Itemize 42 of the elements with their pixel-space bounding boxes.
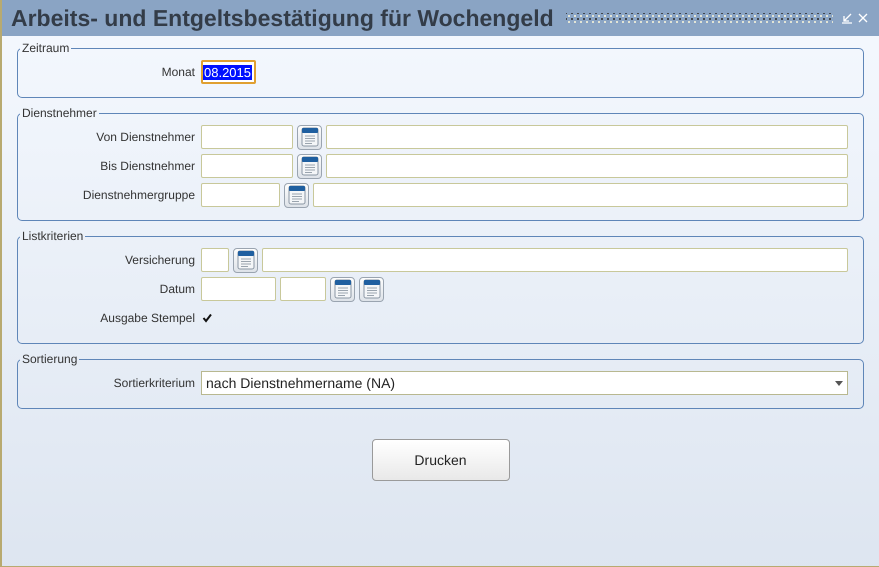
input-field[interactable] — [201, 277, 276, 301]
lookup-button[interactable] — [359, 276, 384, 302]
lookup-button[interactable] — [284, 182, 309, 208]
group-title: Dienstnehmer — [21, 106, 98, 120]
input-field[interactable] — [201, 248, 229, 272]
field-label: Sortierkriterium — [112, 376, 195, 390]
input-field[interactable] — [201, 125, 293, 149]
lookup-button[interactable] — [330, 276, 355, 302]
close-icon[interactable] — [857, 12, 869, 24]
input-field[interactable] — [313, 183, 848, 207]
list-icon — [362, 279, 380, 299]
input-field[interactable] — [326, 154, 848, 178]
print-button[interactable]: Drucken — [372, 439, 510, 481]
group-title: Sortierung — [21, 352, 78, 366]
list-icon — [300, 156, 318, 176]
field-label: Bis Dienstnehmer — [99, 159, 195, 173]
input-field[interactable] — [262, 248, 848, 272]
input-field[interactable]: 08.2015 — [201, 60, 256, 84]
input-field[interactable] — [280, 277, 326, 301]
minimize-icon[interactable] — [841, 12, 853, 24]
field-label: Datum — [158, 282, 195, 296]
field-label: Dienstnehmergruppe — [82, 188, 195, 202]
input-field[interactable] — [326, 125, 848, 149]
dropdown-arrow-icon[interactable] — [835, 380, 843, 386]
checkbox[interactable] — [201, 312, 212, 324]
list-icon — [300, 127, 318, 147]
lookup-button[interactable] — [297, 154, 322, 178]
dropdown-field[interactable]: nach Dienstnehmername (NA) — [201, 371, 848, 395]
lookup-button[interactable] — [297, 124, 322, 150]
window-title: Arbeits- und Entgeltsbestätigung für Wochengeld — [11, 4, 554, 32]
group-title: Zeitraum — [21, 41, 70, 55]
list-icon — [334, 279, 352, 299]
group-title: Listkriterien — [21, 229, 84, 243]
list-icon — [236, 250, 254, 270]
field-label: Versicherung — [124, 253, 195, 267]
field-label: Von Dienstnehmer — [95, 130, 195, 144]
field-label: Ausgabe Stempel — [99, 311, 195, 325]
lookup-button[interactable] — [233, 248, 258, 272]
input-field[interactable] — [201, 183, 280, 207]
field-label: Monat — [160, 65, 195, 79]
input-field[interactable] — [201, 154, 293, 178]
list-icon — [288, 185, 306, 205]
